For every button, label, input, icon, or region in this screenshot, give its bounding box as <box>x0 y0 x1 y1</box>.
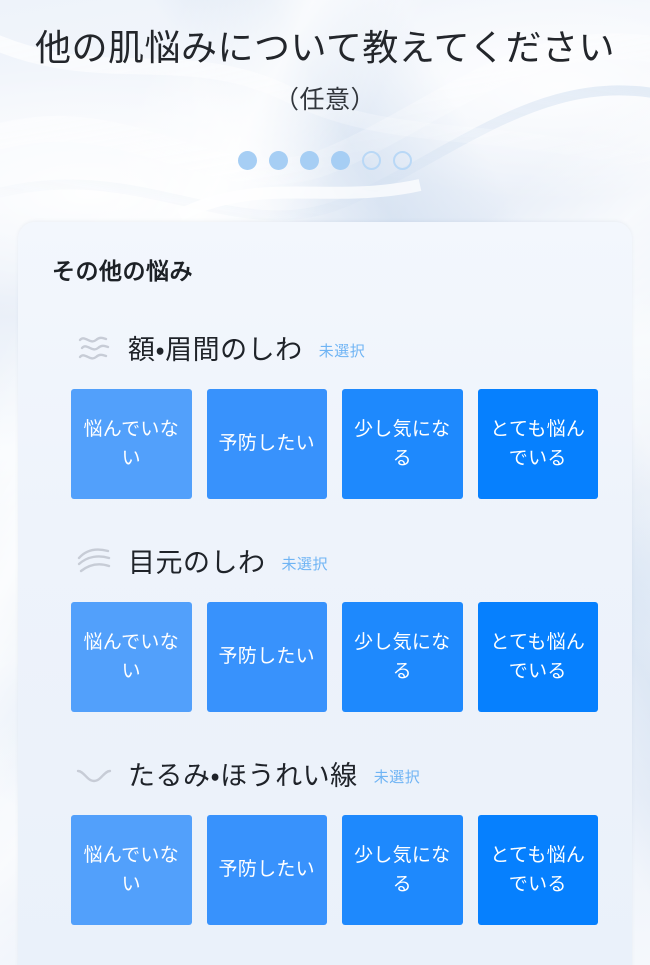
option-slightly[interactable]: 少し気になる <box>342 602 463 712</box>
page-subtitle: （任意） <box>273 85 376 114</box>
option-not-concerned[interactable]: 悩んでいない <box>71 815 192 925</box>
page-title: 他の肌悩みについて教えてください <box>34 27 616 68</box>
card-section-title: その他の悩み <box>52 258 193 284</box>
question-forehead-wrinkles: 額・眉間のしわ 未選択 悩んでいない 予防したい 少し気になる とても悩んでいる <box>52 328 598 499</box>
angled-crease-lines-icon <box>74 544 114 578</box>
option-group: 悩んでいない 予防したい 少し気になる とても悩んでいる <box>52 815 598 925</box>
option-slightly[interactable]: 少し気になる <box>342 815 463 925</box>
step-dot-2[interactable] <box>269 151 288 171</box>
single-sagging-curve-icon <box>74 757 114 791</box>
question-sagging-nasolabial: たるみ・ほうれい線 未選択 悩んでいない 予防したい 少し気になる とても悩んで… <box>52 754 598 925</box>
question-label: 額・眉間のしわ <box>128 335 303 365</box>
step-dot-4[interactable] <box>331 151 350 171</box>
survey-screen: 他の肌悩みについて教えてください （任意） その他の悩み 額・眉間のしわ 未選択… <box>0 0 650 965</box>
question-status: 未選択 <box>373 768 421 786</box>
option-group: 悩んでいない 予防したい 少し気になる とても悩んでいる <box>52 602 598 712</box>
step-dot-6[interactable] <box>393 151 412 171</box>
option-group: 悩んでいない 予防したい 少し気になる とても悩んでいる <box>52 389 598 499</box>
option-prevent[interactable]: 予防したい <box>206 389 327 499</box>
page-header: 他の肌悩みについて教えてください （任意） <box>0 0 650 172</box>
step-dot-3[interactable] <box>300 151 319 171</box>
step-dot-1[interactable] <box>238 151 257 171</box>
option-very-concerned[interactable]: とても悩んでいる <box>477 602 598 712</box>
question-label: 目元のしわ <box>128 548 266 578</box>
option-not-concerned[interactable]: 悩んでいない <box>71 389 192 499</box>
question-header: 額・眉間のしわ 未選択 <box>52 328 598 367</box>
question-header: 目元のしわ 未選択 <box>52 541 598 580</box>
option-prevent[interactable]: 予防したい <box>206 815 327 925</box>
question-header: たるみ・ほうれい線 未選択 <box>52 754 598 793</box>
step-dot-5[interactable] <box>362 151 381 171</box>
option-very-concerned[interactable]: とても悩んでいる <box>477 389 598 499</box>
option-slightly[interactable]: 少し気になる <box>342 389 463 499</box>
question-status: 未選択 <box>318 342 366 360</box>
triple-wavy-lines-icon <box>74 331 114 365</box>
other-concerns-card: その他の悩み 額・眉間のしわ 未選択 悩んでいない 予防したい 少し気になる と… <box>18 222 632 965</box>
question-label: たるみ・ほうれい線 <box>128 761 358 791</box>
option-not-concerned[interactable]: 悩んでいない <box>71 602 192 712</box>
question-status: 未選択 <box>281 555 329 573</box>
option-very-concerned[interactable]: とても悩んでいる <box>477 815 598 925</box>
step-progress-dots <box>0 150 650 172</box>
question-eye-wrinkles: 目元のしわ 未選択 悩んでいない 予防したい 少し気になる とても悩んでいる <box>52 541 598 712</box>
option-prevent[interactable]: 予防したい <box>206 602 327 712</box>
